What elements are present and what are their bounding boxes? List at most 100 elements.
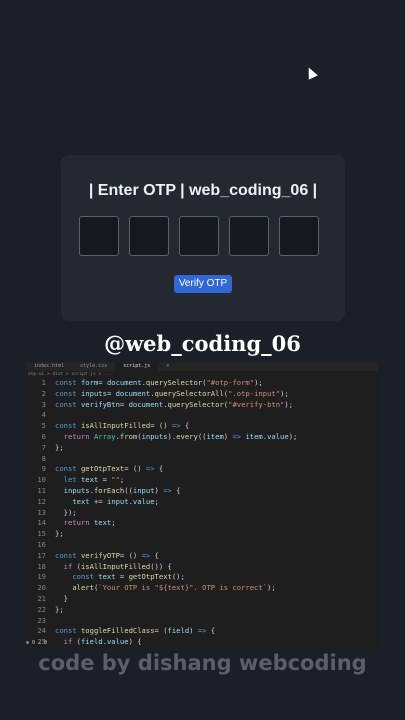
code-line: 17 const verifyOTP= () => {	[26, 551, 378, 562]
line-number: 17	[37, 550, 46, 560]
line-number: 13	[37, 507, 46, 517]
line-number: 23	[37, 615, 46, 625]
code-line: 4	[26, 410, 378, 421]
verify-otp-button[interactable]: Verify OTP	[174, 275, 232, 293]
code-token: ""	[111, 475, 120, 485]
code-token: );	[267, 583, 276, 593]
code-line: 6 return Array.from(inputs).every((item)…	[26, 432, 378, 443]
code-token: toggleFilledClass	[80, 626, 155, 636]
line-number: 11	[37, 485, 46, 495]
tab-script-js[interactable]: script.js	[115, 362, 159, 371]
code-token: return	[63, 518, 94, 528]
code-token: document	[106, 378, 142, 387]
code-line: 15};	[26, 529, 378, 540]
code-token: Array	[93, 431, 116, 441]
code-token: forEach	[93, 485, 125, 495]
code-text: const inputs= document.querySelectorAll(…	[55, 389, 289, 400]
otp-input-5[interactable]	[279, 216, 319, 256]
code-line: 5 const isAllInputFilled= () => {	[26, 421, 378, 432]
otp-input-4[interactable]	[229, 216, 269, 256]
code-token: ;	[119, 475, 125, 485]
code-token: =	[119, 399, 129, 409]
code-token: =>	[232, 431, 242, 441]
code-token: const	[55, 399, 81, 409]
code-token: isAllInputFilled	[80, 561, 151, 571]
line-number: 15	[37, 529, 46, 539]
otp-card: | Enter OTP | web_coding_06 | Verify OTP	[61, 155, 345, 321]
code-token: `Your OTP is "${text}". OTP is correct`	[98, 583, 268, 593]
code-token: item	[245, 431, 263, 441]
code-token: };	[55, 529, 64, 539]
code-token: }	[55, 593, 68, 603]
line-number: 21	[37, 593, 46, 603]
code-text: });	[55, 508, 77, 519]
code-token: ((	[124, 485, 133, 495]
line-number: 14	[37, 518, 46, 528]
code-token: form	[80, 378, 99, 387]
code-line: 20 alert(`Your OTP is "${text}". OTP is …	[26, 583, 378, 594]
code-token: );	[284, 399, 294, 409]
code-token: every	[176, 431, 198, 441]
code-text: const form= document.querySelector("#otp…	[55, 378, 263, 389]
code-editor: index.html style.css script.js × otp-ui …	[26, 362, 378, 649]
tab-close-icon[interactable]: ×	[158, 362, 177, 371]
code-token: };	[55, 442, 64, 452]
line-number: 5	[41, 421, 46, 431]
line-number: 20	[37, 583, 46, 593]
code-token: if	[63, 561, 77, 571]
code-token: ;	[154, 496, 159, 506]
otp-input-2[interactable]	[129, 216, 169, 256]
code-token: );	[254, 378, 263, 387]
code-line: 22};	[26, 605, 378, 616]
code-line: 8	[26, 454, 378, 465]
code-text: const isAllInputFilled= () => {	[55, 421, 189, 432]
otp-input-row	[79, 216, 319, 256]
code-token: );	[280, 388, 289, 398]
code-token: =	[98, 475, 112, 485]
code-token: text	[98, 572, 116, 582]
code-text: text += input.value;	[55, 497, 159, 508]
code-text: inputs.forEach((input) => {	[55, 486, 181, 497]
code-line: 3 const verifyBtn= document.querySelector…	[26, 400, 378, 411]
code-token: );	[288, 431, 298, 441]
code-token: const	[55, 378, 81, 387]
tab-index-html[interactable]: index.html	[26, 362, 72, 371]
code-line: 2 const inputs= document.querySelectorAll…	[26, 389, 378, 400]
code-token: };	[55, 604, 64, 614]
line-number: 2	[41, 388, 46, 398]
tab-style-css[interactable]: style.css	[72, 362, 115, 371]
code-text: };	[55, 529, 64, 540]
code-token: inputs	[80, 388, 107, 398]
breadcrumb: otp-ui > dist > script.js > ...	[28, 372, 112, 377]
code-token: inputs	[63, 485, 90, 495]
line-number: 10	[37, 475, 46, 485]
code-text: return Array.from(inputs).every((item) =…	[55, 431, 298, 443]
code-line: 21 }	[26, 594, 378, 605]
code-token: value	[267, 431, 289, 441]
code-token: querySelector	[145, 378, 203, 387]
code-token: =	[115, 572, 129, 582]
code-text: if (isAllInputFilled()) {	[55, 562, 172, 573]
code-line: 12 text += input.value;	[26, 497, 378, 508]
code-line: 11 inputs.forEach((input) => {	[26, 486, 378, 497]
code-token: =>	[163, 485, 172, 495]
line-number: 7	[41, 442, 46, 452]
channel-handle: @web_coding_06	[104, 331, 301, 356]
code-token: {	[180, 421, 190, 431]
code-line: 19 const text = getOtpText();	[26, 572, 378, 583]
line-number: 24	[37, 626, 46, 636]
code-token: {	[206, 626, 216, 636]
code-token: const	[55, 464, 81, 474]
code-token: +=	[89, 496, 107, 506]
otp-input-3[interactable]	[179, 216, 219, 256]
mouse-cursor-icon	[304, 65, 318, 80]
code-token: ".otp-input"	[228, 388, 281, 398]
code-line: 10 let text = "";	[26, 475, 378, 486]
line-number: 8	[41, 453, 46, 463]
otp-input-1[interactable]	[79, 216, 119, 256]
